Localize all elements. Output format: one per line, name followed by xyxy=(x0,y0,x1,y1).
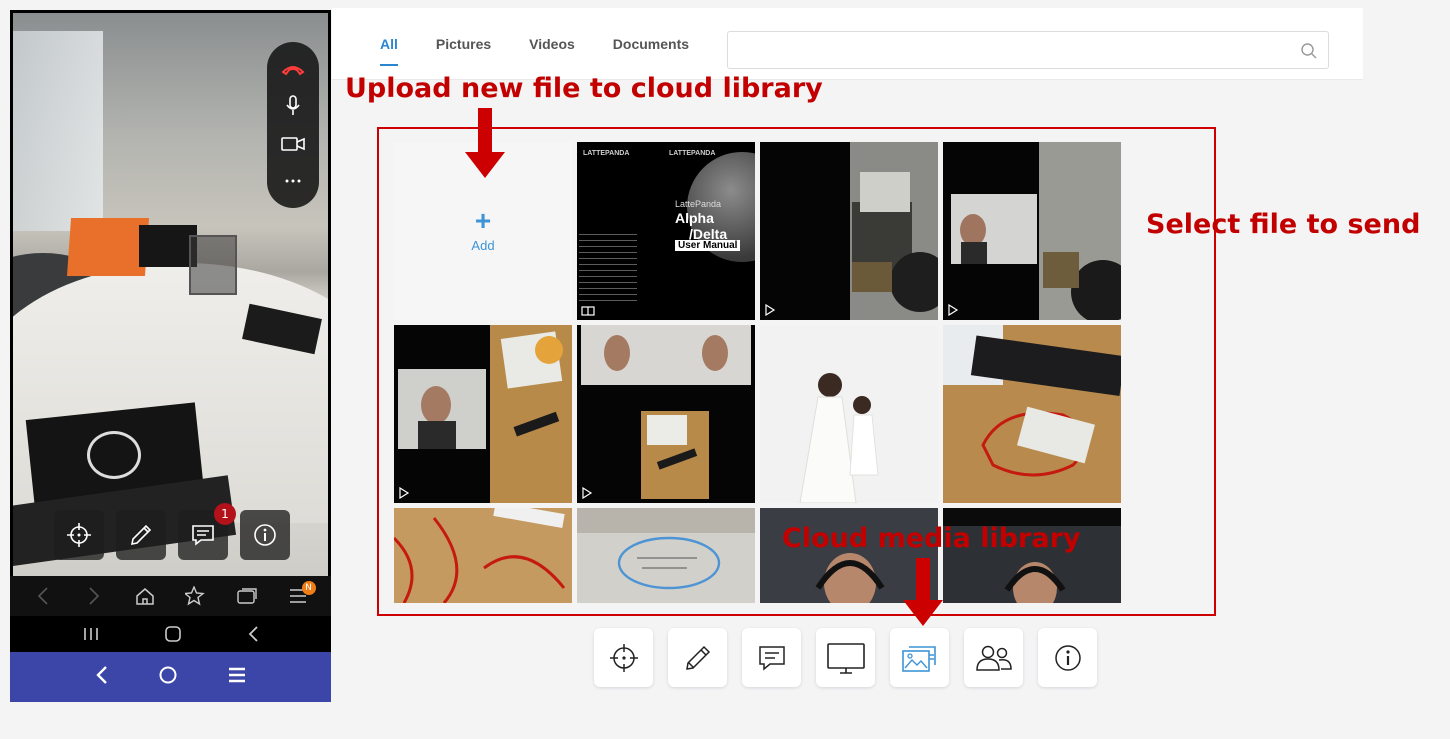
tab-bar: All Pictures Videos Documents xyxy=(332,8,1363,80)
search-icon[interactable] xyxy=(1300,42,1318,60)
tab-documents[interactable]: Documents xyxy=(613,28,689,66)
home-icon[interactable] xyxy=(133,584,157,608)
system-nav-bar xyxy=(10,616,331,656)
device-home-icon[interactable] xyxy=(158,665,178,689)
app-root: 1 N All Pictures Videos Documents + Add … xyxy=(0,0,1450,739)
phone-screen: 1 N xyxy=(10,10,331,702)
media-library-button[interactable] xyxy=(890,628,949,687)
more-icon[interactable] xyxy=(279,167,307,195)
chat-badge: 1 xyxy=(214,503,236,525)
device-menu-icon[interactable] xyxy=(228,667,246,687)
media-library-icon xyxy=(901,645,936,672)
search-box xyxy=(727,31,1329,69)
browser-menu-icon[interactable]: N xyxy=(286,581,316,608)
phone-draw-button[interactable] xyxy=(116,510,166,560)
search-input[interactable] xyxy=(736,38,1296,62)
tabs-icon[interactable] xyxy=(235,584,259,608)
chat-icon xyxy=(758,645,785,671)
bottom-toolbar xyxy=(594,628,1097,687)
info-icon xyxy=(254,524,276,546)
library-arrow xyxy=(903,558,943,628)
tab-videos[interactable]: Videos xyxy=(529,28,575,66)
device-nav-bar xyxy=(10,652,331,702)
participants-icon xyxy=(975,645,1012,671)
phone-overlay-tools: 1 xyxy=(54,503,290,560)
crosshair-icon xyxy=(609,643,638,672)
device-back-icon[interactable] xyxy=(95,665,109,689)
camera-feed: 1 xyxy=(13,13,328,576)
participants-button[interactable] xyxy=(964,628,1023,687)
phone-pointer-button[interactable] xyxy=(54,510,104,560)
draw-button[interactable] xyxy=(668,628,727,687)
browser-menu-badge: N xyxy=(301,581,316,595)
bookmark-star-icon[interactable] xyxy=(184,584,208,608)
system-back-icon[interactable] xyxy=(247,625,259,647)
tab-pictures[interactable]: Pictures xyxy=(436,28,491,66)
page-bottom xyxy=(0,702,1450,739)
camera-ring xyxy=(87,431,141,479)
select-annotation: Select file to send xyxy=(1146,209,1421,240)
camera-orange-box xyxy=(66,218,150,276)
chat-button[interactable] xyxy=(742,628,801,687)
pencil-icon xyxy=(685,645,710,670)
pointer-button[interactable] xyxy=(594,628,653,687)
screen-share-button[interactable] xyxy=(816,628,875,687)
call-controls xyxy=(267,42,319,208)
pencil-icon xyxy=(130,524,152,546)
system-home-icon[interactable] xyxy=(164,625,182,647)
upload-arrow xyxy=(465,108,505,178)
info-button[interactable] xyxy=(1038,628,1097,687)
forward-icon[interactable] xyxy=(82,584,106,608)
crosshair-icon xyxy=(67,523,91,547)
phone-info-button[interactable] xyxy=(240,510,290,560)
info-icon xyxy=(1054,644,1081,671)
upload-annotation: Upload new file to cloud library xyxy=(345,73,823,104)
camera-glass-box xyxy=(189,235,237,295)
browser-nav-bar: N xyxy=(10,576,331,616)
camera-window xyxy=(13,31,103,231)
tab-all[interactable]: All xyxy=(380,28,398,66)
recent-apps-icon[interactable] xyxy=(82,626,100,646)
library-annotation: Cloud media library xyxy=(782,523,1081,554)
chat-icon xyxy=(192,525,214,546)
camera-icon[interactable] xyxy=(279,130,307,158)
phone-chat-button[interactable]: 1 xyxy=(178,503,236,560)
hang-up-icon[interactable] xyxy=(279,55,307,83)
filter-tabs: All Pictures Videos Documents xyxy=(380,28,727,66)
back-icon[interactable] xyxy=(31,584,55,608)
microphone-icon[interactable] xyxy=(279,92,307,120)
monitor-icon xyxy=(826,642,865,674)
